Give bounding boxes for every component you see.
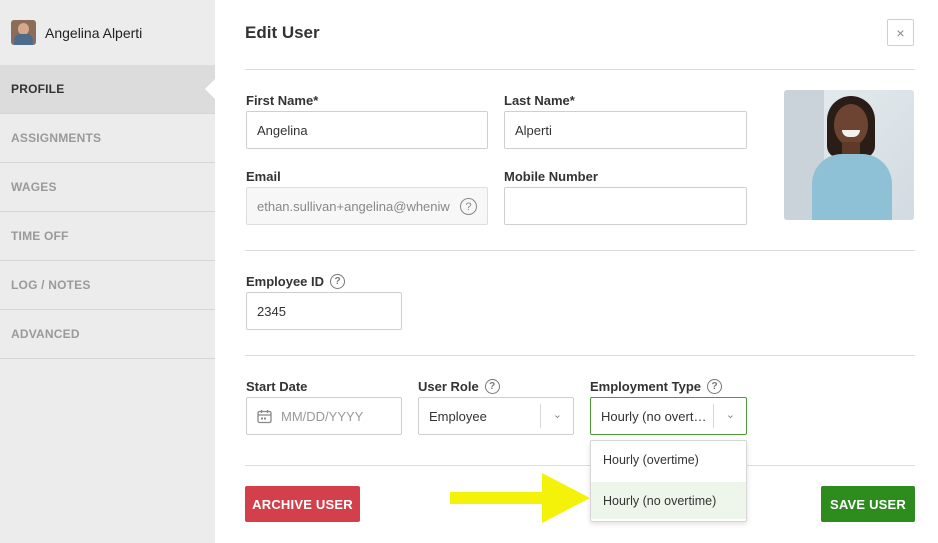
archive-user-button[interactable]: ARCHIVE USER: [245, 486, 360, 522]
highlight-arrow-icon: [450, 473, 590, 523]
divider: [245, 69, 915, 70]
mobile-number-label: Mobile Number: [504, 169, 598, 184]
sidebar: Angelina Alperti PROFILE ASSIGNMENTS WAG…: [0, 0, 215, 543]
user-role-label-text: User Role: [418, 379, 479, 394]
employment-type-dropdown: Hourly (overtime) Hourly (no overtime): [590, 440, 747, 522]
edit-user-panel: Edit User × First Name* Angelina Last Na…: [215, 0, 938, 543]
close-button[interactable]: ×: [887, 19, 914, 46]
divider: [245, 355, 915, 356]
chevron-down-icon: ⌄: [725, 409, 735, 421]
user-role-help-icon[interactable]: ?: [484, 379, 500, 394]
dropdown-option-hourly-no-overtime[interactable]: Hourly (no overtime): [591, 482, 746, 519]
employee-id-label-text: Employee ID: [246, 274, 325, 289]
mobile-number-field[interactable]: [504, 187, 747, 225]
sidebar-item-assignments[interactable]: ASSIGNMENTS: [0, 114, 215, 163]
sidebar-item-advanced[interactable]: ADVANCED: [0, 310, 215, 359]
sidebar-item-profile[interactable]: PROFILE: [0, 65, 215, 114]
employee-id-field[interactable]: 2345: [246, 292, 402, 330]
save-user-button[interactable]: SAVE USER: [821, 486, 915, 522]
sidebar-user-header: Angelina Alperti: [0, 0, 215, 65]
divider: [245, 250, 915, 251]
calendar-icon: [257, 410, 272, 424]
sidebar-item-log-notes[interactable]: LOG / NOTES: [0, 261, 215, 310]
sidebar-item-wages[interactable]: WAGES: [0, 163, 215, 212]
email-field: ethan.sullivan+angelina@wheniw ?: [246, 187, 488, 225]
dropdown-option-hourly-overtime[interactable]: Hourly (overtime): [591, 441, 746, 478]
employee-id-label: Employee ID ?: [246, 274, 346, 289]
page-title: Edit User: [245, 23, 320, 42]
start-date-placeholder: MM/DD/YYYY: [281, 408, 364, 424]
first-name-label: First Name*: [246, 93, 319, 108]
chevron-down-icon: ⌄: [552, 409, 562, 421]
employment-type-select[interactable]: Hourly (no overt… ⌄: [590, 397, 747, 435]
last-name-field[interactable]: Alperti: [504, 111, 747, 149]
sidebar-user-name: Angelina Alperti: [45, 24, 143, 41]
select-divider: [713, 404, 714, 428]
start-date-label: Start Date: [246, 379, 308, 394]
sidebar-item-time-off[interactable]: TIME OFF: [0, 212, 215, 261]
select-divider: [540, 404, 541, 428]
email-value: ethan.sullivan+angelina@wheniw: [257, 198, 450, 214]
profile-photo[interactable]: [784, 90, 914, 220]
employment-type-help-icon[interactable]: ?: [707, 379, 723, 394]
divider: [245, 465, 915, 466]
start-date-field[interactable]: MM/DD/YYYY: [246, 397, 402, 435]
close-icon: ×: [896, 24, 905, 41]
user-role-select[interactable]: Employee ⌄: [418, 397, 574, 435]
email-label: Email: [246, 169, 281, 184]
employment-type-label-text: Employment Type: [590, 379, 702, 394]
avatar: [11, 20, 36, 45]
last-name-label: Last Name*: [504, 93, 575, 108]
employment-type-value: Hourly (no overt…: [601, 408, 707, 424]
employment-type-label: Employment Type ?: [590, 379, 723, 394]
first-name-field[interactable]: Angelina: [246, 111, 488, 149]
email-help-icon[interactable]: ?: [460, 198, 477, 215]
employee-id-help-icon[interactable]: ?: [330, 274, 346, 289]
user-role-label: User Role ?: [418, 379, 500, 394]
user-role-value: Employee: [429, 408, 487, 424]
